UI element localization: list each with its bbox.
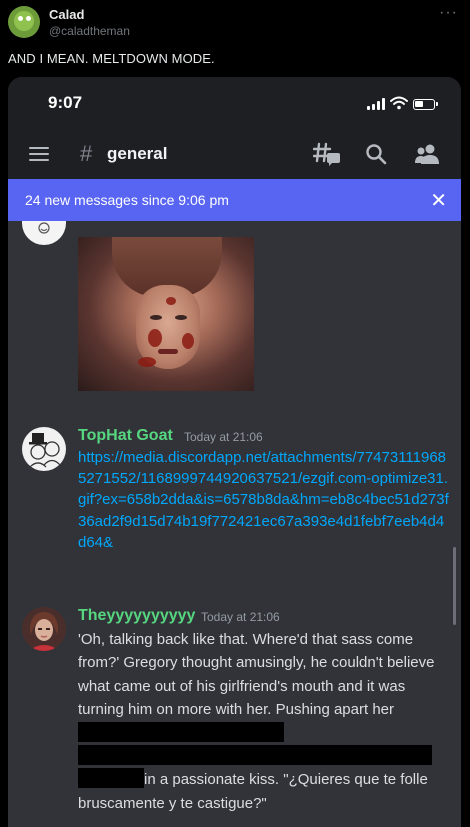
- new-messages-banner[interactable]: 24 new messages since 9:06 pm ✕: [8, 179, 461, 221]
- avatar[interactable]: [22, 221, 66, 245]
- display-name[interactable]: Calad: [49, 7, 84, 22]
- search-icon[interactable]: [364, 142, 388, 166]
- status-bar: 9:07: [8, 77, 461, 129]
- avatar[interactable]: [22, 607, 66, 651]
- close-icon[interactable]: ✕: [430, 188, 447, 213]
- avatar[interactable]: [8, 6, 40, 38]
- channel-name[interactable]: general: [107, 144, 167, 164]
- embedded-image[interactable]: [78, 237, 254, 391]
- tweet-header: Calad @caladtheman ···: [0, 0, 470, 44]
- scrollbar[interactable]: [453, 547, 456, 625]
- message-timestamp: Today at 21:06: [184, 430, 263, 444]
- members-icon[interactable]: [414, 142, 440, 166]
- redaction-bar: [78, 721, 284, 742]
- redaction-bar: [78, 745, 432, 766]
- menu-icon[interactable]: [29, 147, 49, 161]
- message-timestamp: Today at 21:06: [201, 610, 280, 624]
- message-link[interactable]: https://media.discordapp.net/attachments…: [78, 447, 450, 553]
- status-time: 9:07: [48, 93, 83, 112]
- tweet-text: AND I MEAN. MELTDOWN MODE.: [8, 51, 215, 66]
- more-horizontal-icon[interactable]: ···: [439, 4, 458, 22]
- discord-screenshot: 9:07 # general 24 new messages since 9:0…: [8, 77, 461, 827]
- wifi-icon: [390, 96, 408, 110]
- hash-icon: #: [80, 141, 93, 166]
- channel-header: # general: [8, 129, 461, 179]
- status-icons: [367, 96, 438, 110]
- user-handle[interactable]: @caladtheman: [49, 24, 130, 38]
- message-text-part: 'Oh, talking back like that. Where'd tha…: [78, 631, 435, 719]
- threads-icon[interactable]: [313, 141, 341, 167]
- signal-icon: [367, 98, 385, 110]
- redaction-bar: [78, 768, 144, 789]
- message-username[interactable]: Theyyyyyyyyyy: [78, 607, 195, 625]
- new-messages-text[interactable]: 24 new messages since 9:06 pm: [25, 192, 229, 208]
- avatar[interactable]: [22, 427, 66, 471]
- message-text: 'Oh, talking back like that. Where'd tha…: [78, 628, 438, 815]
- battery-icon: [413, 99, 438, 110]
- message-username[interactable]: TopHat Goat: [78, 427, 173, 445]
